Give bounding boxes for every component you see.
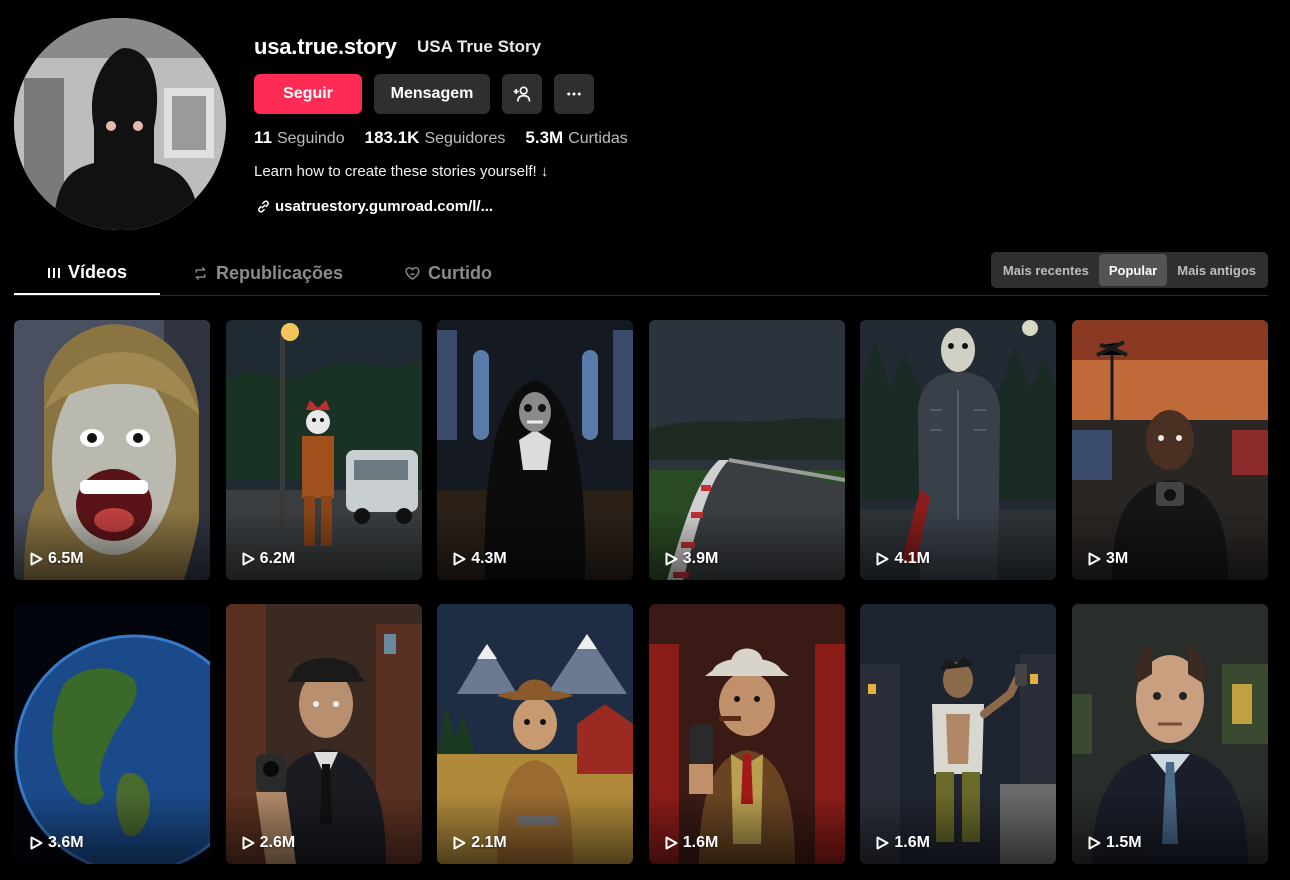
video-card[interactable]: 4.1M [860, 320, 1057, 580]
video-card[interactable]: 1.6M [648, 604, 845, 864]
view-count: 6.2M [242, 550, 295, 568]
video-card[interactable]: 6.2M [225, 320, 422, 580]
view-count: 4.3M [453, 550, 507, 568]
play-icon [242, 552, 255, 566]
play-icon [30, 552, 43, 566]
play-icon [453, 552, 466, 566]
heart-icon [405, 267, 420, 281]
play-icon [242, 836, 255, 850]
tab-reposts[interactable]: Republicações [192, 252, 343, 295]
play-icon [665, 552, 678, 566]
sort-latest[interactable]: Mais recentes [993, 254, 1099, 286]
stat-followers[interactable]: 183.1K Seguidores [365, 128, 506, 148]
view-count: 1.6M [665, 834, 718, 852]
sort-popular[interactable]: Popular [1098, 254, 1168, 286]
video-card[interactable]: 3M [1071, 320, 1268, 580]
play-icon [665, 836, 678, 850]
video-card[interactable]: 6.5M [14, 320, 210, 580]
play-icon [453, 836, 466, 850]
view-count: 4.1M [876, 550, 930, 568]
play-icon [30, 836, 43, 850]
play-icon [1088, 552, 1101, 566]
repost-icon [195, 267, 206, 280]
sort-oldest[interactable]: Mais antigos [1167, 254, 1266, 286]
add-friend-button[interactable] [502, 74, 542, 114]
profile-stats: 11 Seguindo 183.1K Seguidores 5.3M Curtidas [254, 128, 628, 148]
view-count: 3M [1088, 550, 1128, 568]
sort-control: Mais recentes Popular Mais antigos [990, 252, 1268, 288]
video-card[interactable]: 3.9M [648, 320, 845, 580]
play-icon [876, 552, 889, 566]
play-icon [876, 836, 889, 850]
avatar[interactable] [14, 18, 226, 230]
video-card[interactable]: 3.6M [14, 604, 210, 864]
view-count: 1.6M [876, 834, 930, 852]
more-options-button[interactable] [554, 74, 594, 114]
profile-bio: Learn how to create these stories yourse… [254, 163, 549, 180]
video-card[interactable]: 2.6M [225, 604, 422, 864]
view-count: 3.6M [30, 834, 84, 852]
tab-videos[interactable]: Vídeos [14, 252, 160, 295]
video-card[interactable]: 2.1M [437, 604, 634, 864]
video-card[interactable]: 1.6M [860, 604, 1057, 864]
view-count: 6.5M [30, 550, 84, 568]
view-count: 2.1M [453, 834, 507, 852]
play-icon [1088, 836, 1101, 850]
message-button[interactable]: Mensagem [374, 74, 490, 114]
link-icon [258, 200, 269, 213]
view-count: 1.5M [1088, 834, 1142, 852]
view-count: 3.9M [665, 550, 718, 568]
more-icon [567, 92, 581, 96]
tab-liked[interactable]: Curtido [404, 252, 492, 295]
video-grid: 6.5M 6.2M 4.3M 3.9M 4.1M 3M 3.6M 2.6M 2.… [14, 320, 1268, 864]
grid-icon [47, 267, 60, 278]
video-card[interactable]: 4.3M [437, 320, 634, 580]
view-count: 2.6M [242, 834, 295, 852]
stat-likes: 5.3M Curtidas [525, 128, 628, 147]
stat-following[interactable]: 11 Seguindo [254, 128, 345, 148]
nickname: USA True Story [417, 37, 542, 56]
follow-button[interactable]: Seguir [254, 74, 362, 114]
profile-link[interactable]: usatruestory.gumroad.com/l/... [256, 198, 493, 215]
username: usa.true.story [254, 34, 397, 59]
add-friend-icon [513, 86, 531, 102]
avatar-image [14, 18, 226, 230]
video-card[interactable]: 1.5M [1071, 604, 1268, 864]
